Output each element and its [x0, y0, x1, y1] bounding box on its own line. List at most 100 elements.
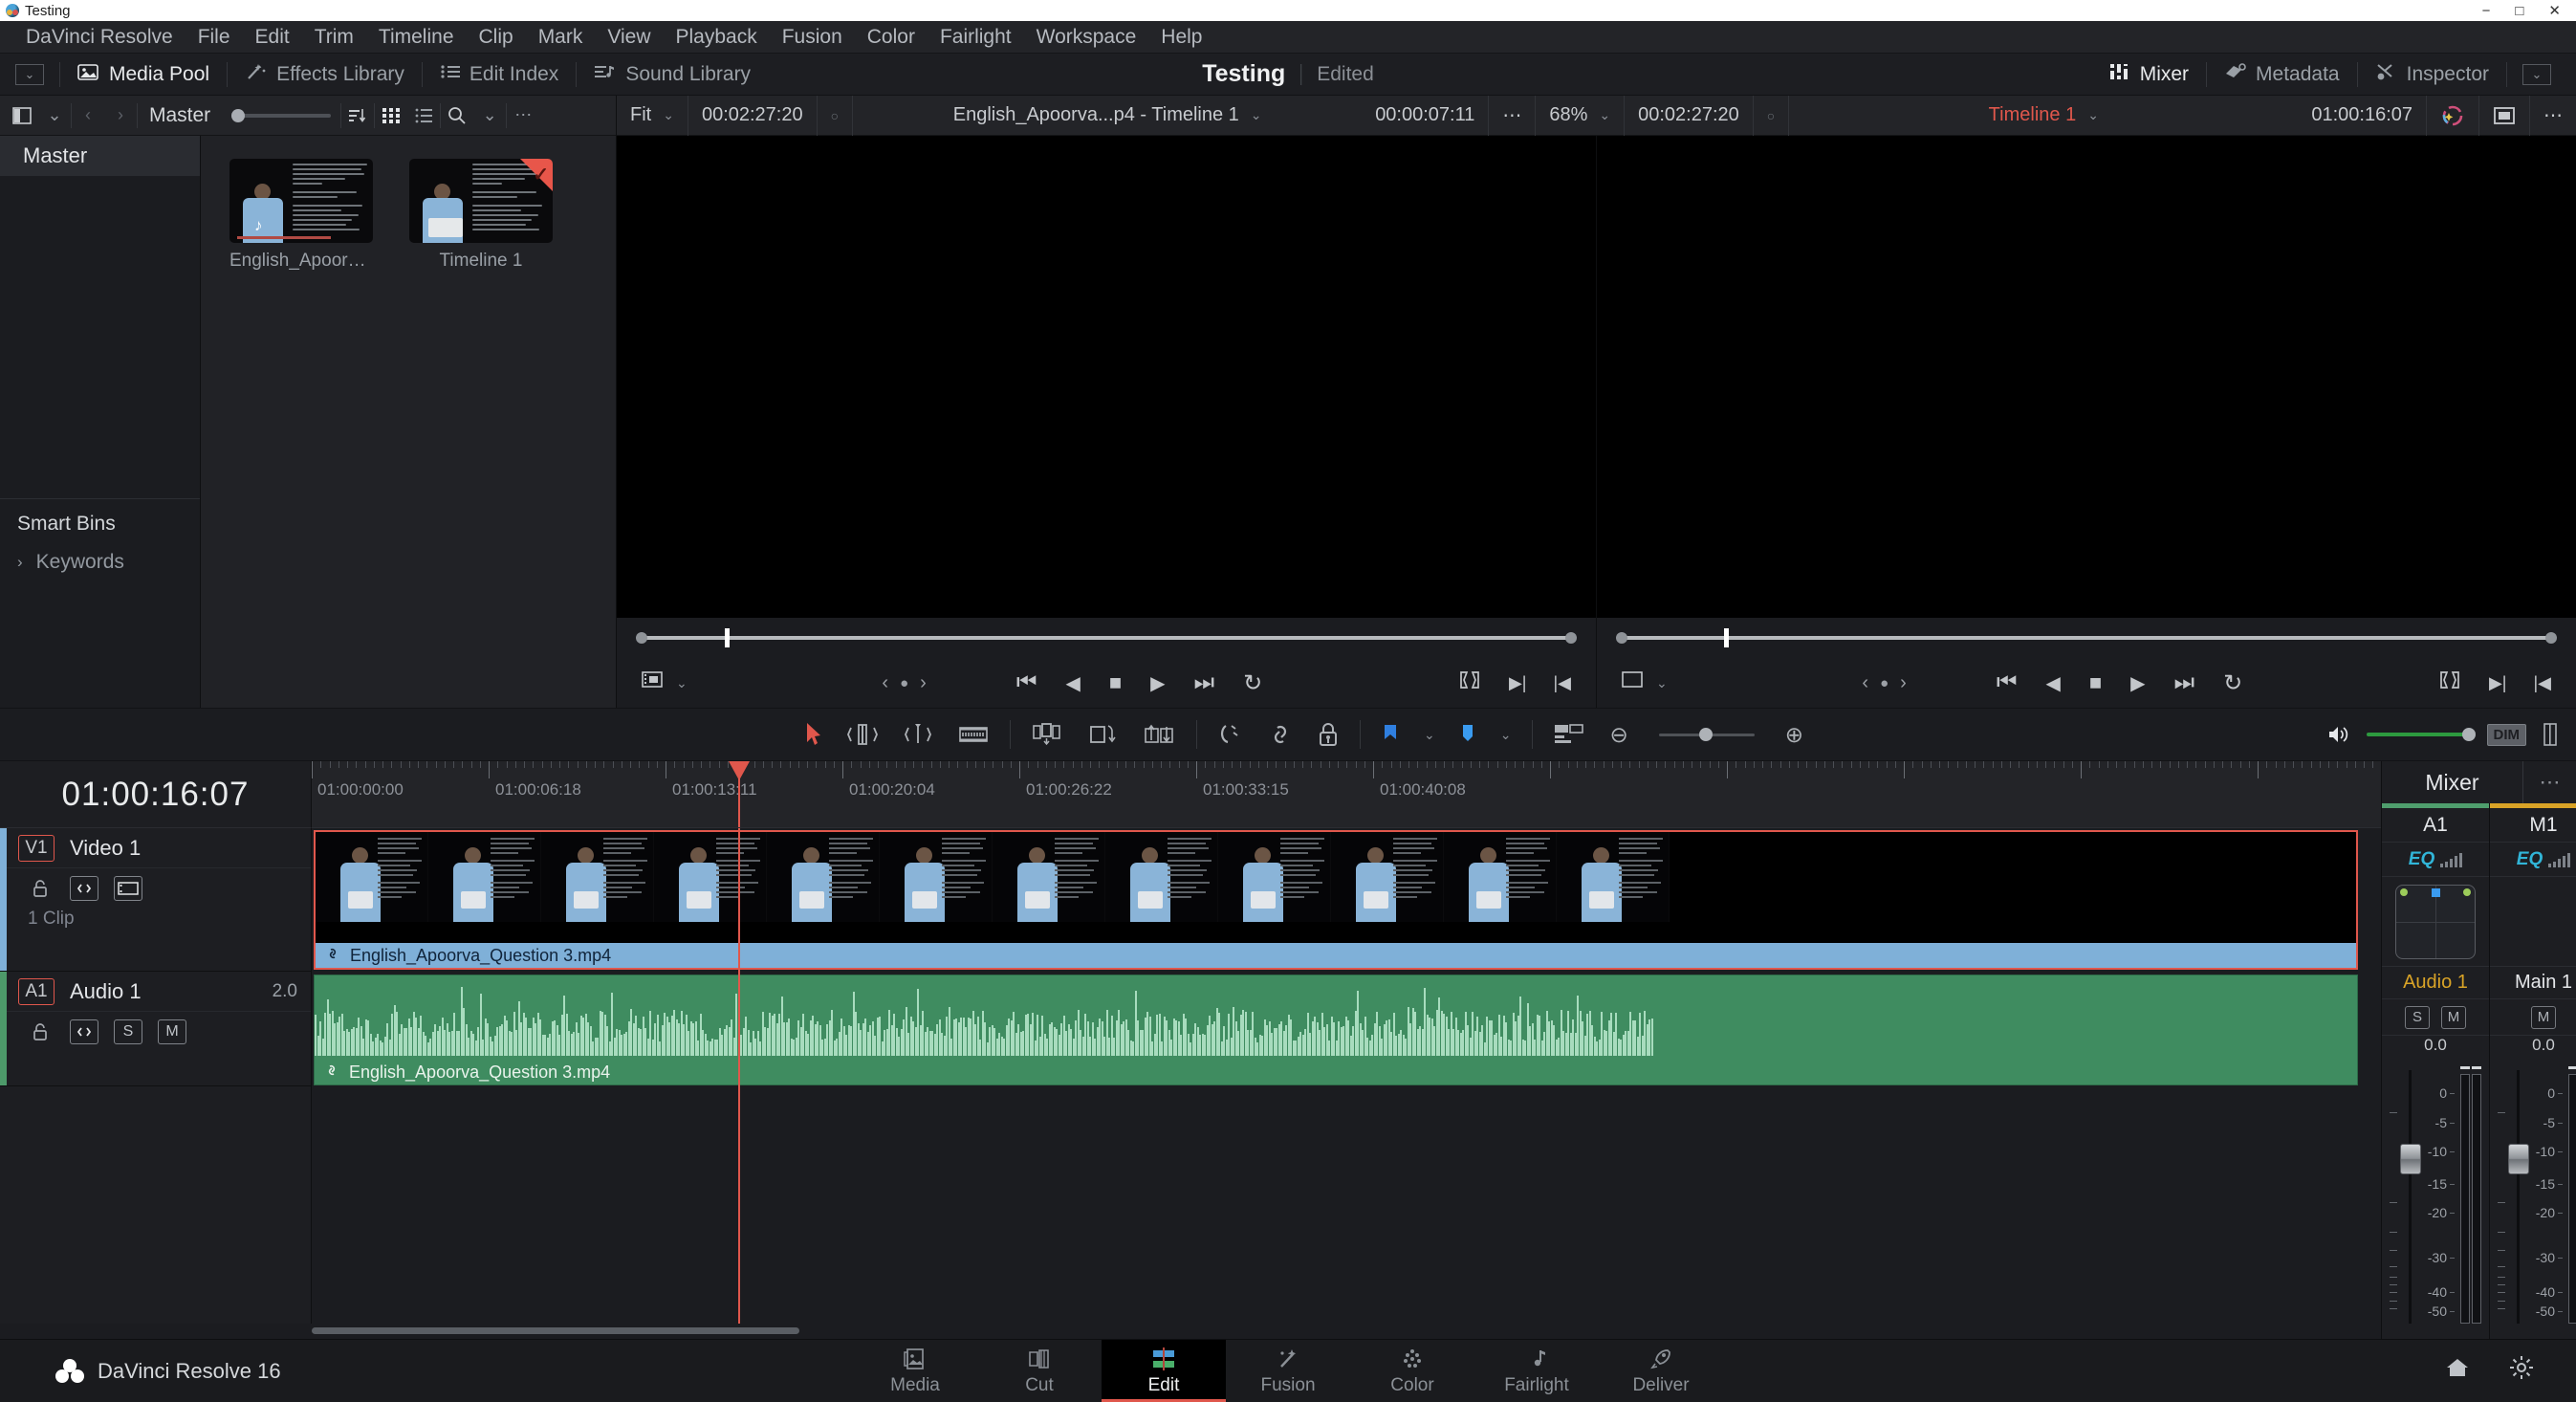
nudge-right-icon[interactable]: › — [1900, 672, 1907, 694]
timeline-options-icon[interactable]: ⋯ — [2530, 96, 2576, 136]
chevron-down-icon[interactable]: ⌄ — [676, 675, 688, 691]
scrollbar-thumb[interactable] — [312, 1327, 799, 1334]
jump-to-start-button[interactable]: ⏮ — [1997, 669, 2018, 696]
timeline-zoom-slider[interactable] — [1658, 727, 1755, 741]
smart-bin-keywords[interactable]: › Keywords — [0, 536, 200, 574]
mute-button[interactable]: M — [2441, 1005, 2466, 1029]
in-out-icon[interactable] — [2437, 669, 2462, 696]
source-scrubber[interactable] — [617, 618, 1596, 658]
dim-button[interactable]: DIM — [2486, 723, 2526, 746]
pan-center-handle[interactable] — [2432, 887, 2440, 897]
mixer-button[interactable]: Mixer — [2091, 54, 2206, 96]
menu-item-file[interactable]: File — [186, 21, 243, 54]
link-clips-icon[interactable] — [1268, 722, 1293, 747]
timeline-current-timecode[interactable]: 01:00:16:07 — [2298, 95, 2428, 136]
play-reverse-button[interactable]: ◀ — [2045, 671, 2060, 695]
mark-out-button[interactable]: ▶| — [1509, 673, 1527, 693]
lock-icon[interactable] — [26, 876, 55, 901]
insert-clip-icon[interactable] — [1032, 722, 1062, 747]
source-nudge-group[interactable]: ‹ ● › — [882, 672, 926, 694]
page-fusion[interactable]: Fusion — [1226, 1340, 1350, 1402]
fader-rail[interactable] — [2400, 1064, 2421, 1329]
marker-chevron-icon[interactable]: ⌄ — [1500, 727, 1512, 743]
trim-edit-tool-icon[interactable] — [847, 722, 878, 747]
track-name-audio-1[interactable]: Audio 1 — [70, 979, 142, 1004]
mute-button[interactable]: M — [2531, 1005, 2556, 1029]
track-badge-v1[interactable]: V1 — [18, 834, 55, 862]
timeline-marker-icon[interactable]: ○ — [1754, 95, 1790, 136]
strip-track-name-m1[interactable]: Main 1 — [2490, 967, 2576, 999]
mark-in-button[interactable]: |◀ — [1553, 673, 1571, 693]
source-clip-title[interactable]: English_Apoorva...p4 - Timeline 1 ⌄ — [853, 96, 1362, 136]
split-panel-icon[interactable] — [6, 101, 38, 130]
playhead[interactable] — [729, 761, 750, 827]
edit-index-button[interactable]: Edit Index — [423, 54, 576, 96]
audio-overlay-icon[interactable] — [1554, 723, 1584, 746]
flag-icon[interactable] — [1382, 722, 1399, 747]
timeline-scrub-track[interactable] — [1616, 628, 2557, 647]
workspace-chevron-icon[interactable]: ⌄ — [15, 63, 44, 85]
play-reverse-button[interactable]: ◀ — [1065, 671, 1080, 695]
fader-knob[interactable] — [2400, 1144, 2421, 1175]
menu-item-mark[interactable]: Mark — [526, 21, 596, 54]
mark-in-button[interactable]: |◀ — [2533, 673, 2551, 693]
menu-item-workspace[interactable]: Workspace — [1024, 21, 1149, 54]
menu-item-trim[interactable]: Trim — [302, 21, 366, 54]
menu-item-davinci-resolve[interactable]: DaVinci Resolve — [13, 21, 186, 54]
chevron-down-icon[interactable]: ⌄ — [1656, 675, 1668, 691]
timeline-tracks-canvas[interactable]: English_Apoorva_Question 3.mp4 English_A… — [312, 828, 2381, 1324]
timeline-playhead[interactable] — [738, 828, 740, 1324]
mark-out-button[interactable]: ▶| — [2489, 673, 2507, 693]
page-color[interactable]: Color — [1350, 1340, 1474, 1402]
nudge-right-icon[interactable]: › — [920, 672, 927, 694]
mute-button[interactable]: M — [158, 1019, 186, 1044]
auto-select-icon[interactable] — [70, 876, 98, 901]
nudge-left-icon[interactable]: ‹ — [1862, 672, 1868, 694]
source-zoom-select[interactable]: Fit ⌄ — [617, 95, 688, 136]
home-icon[interactable] — [2444, 1356, 2471, 1386]
solo-button[interactable]: S — [2405, 1005, 2430, 1029]
in-out-icon[interactable] — [1457, 669, 1482, 696]
pan-right-handle[interactable] — [2463, 887, 2471, 896]
source-scrub-handle[interactable] — [725, 628, 731, 647]
timeline-horizontal-scrollbar[interactable] — [0, 1324, 2381, 1339]
timeline-clip-video[interactable]: English_Apoorva_Question 3.mp4 — [314, 830, 2358, 970]
loop-button[interactable]: ↻ — [2223, 669, 2242, 697]
timeline-clip-audio[interactable]: English_Apoorva_Question 3.mp4 — [314, 975, 2358, 1085]
timeline-viewer-name[interactable]: Timeline 1 ⌄ — [1789, 96, 2298, 136]
page-cut[interactable]: Cut — [977, 1340, 1102, 1402]
timeline-timecode-box[interactable]: 01:00:16:07 — [0, 761, 312, 828]
settings-icon[interactable] — [2509, 1355, 2534, 1387]
page-deliver[interactable]: Deliver — [1599, 1340, 1723, 1402]
selection-tool-icon[interactable] — [805, 722, 822, 747]
flag-chevron-icon[interactable]: ⌄ — [1424, 727, 1435, 743]
menu-item-playback[interactable]: Playback — [664, 21, 770, 54]
strip-gain-value-a1[interactable]: 0.0 — [2382, 1036, 2489, 1061]
window-controls[interactable]: − □ ✕ — [2482, 4, 2570, 18]
stop-button[interactable]: ■ — [2089, 670, 2102, 695]
jump-to-end-button[interactable]: ⏭ — [1194, 669, 1215, 696]
nudge-dot-icon[interactable]: ● — [1880, 675, 1888, 691]
metadata-button[interactable]: Metadata — [2207, 54, 2357, 96]
jump-to-end-button[interactable]: ⏭ — [2174, 669, 2195, 696]
timeline-thumbnail[interactable]: ✓ — [409, 159, 553, 243]
minimize-icon[interactable]: − — [2482, 4, 2491, 18]
track-name-video-1[interactable]: Video 1 — [70, 836, 141, 861]
menu-item-fusion[interactable]: Fusion — [770, 21, 855, 54]
effects-library-button[interactable]: Effects Library — [228, 54, 422, 96]
strip-pan-a1[interactable] — [2382, 877, 2489, 967]
menu-item-view[interactable]: View — [595, 21, 663, 54]
pan-left-handle[interactable] — [2400, 887, 2408, 896]
menu-item-timeline[interactable]: Timeline — [366, 21, 467, 54]
solo-button[interactable]: S — [114, 1019, 142, 1044]
safe-area-icon[interactable] — [2479, 95, 2531, 136]
source-current-timecode[interactable]: 00:00:07:11 — [1362, 95, 1490, 136]
media-pool-options-icon[interactable]: ⋯ — [507, 101, 539, 130]
search-icon[interactable] — [441, 101, 473, 130]
position-lock-icon[interactable] — [1318, 722, 1339, 747]
thumbnail-icon[interactable] — [114, 876, 142, 901]
media-pool-chevron-icon[interactable]: ⌄ — [38, 101, 71, 130]
strip-id-a1[interactable]: A1 — [2382, 808, 2489, 843]
timeline-scrub-handle[interactable] — [1723, 628, 1729, 647]
source-marker-icon[interactable]: ○ — [818, 95, 854, 136]
